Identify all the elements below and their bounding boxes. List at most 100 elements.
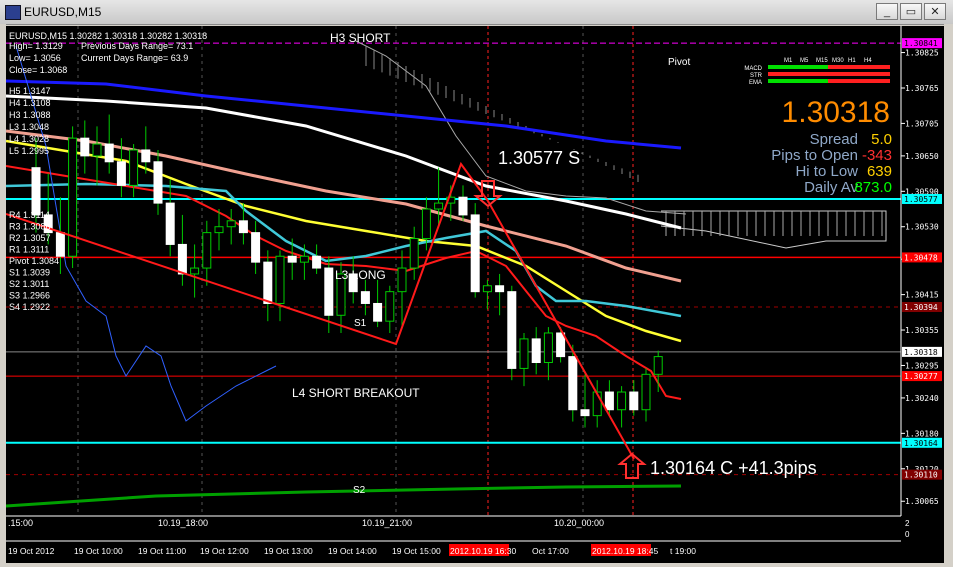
window-border-right (944, 24, 953, 567)
restore-button[interactable]: ▭ (900, 3, 922, 20)
time-axis-label: 19 Oct 12:00 (200, 546, 249, 556)
pivot-level: R2 1.3057 (9, 233, 51, 243)
window-titlebar[interactable]: EURUSD,M15 _ ▭ ✕ (0, 0, 953, 25)
candle-body (263, 261, 273, 304)
time-axis-label: t 19:00 (670, 546, 696, 556)
chart-area[interactable]: EURUSD,M15 1.30282 1.30318 1.30282 1.303… (6, 26, 944, 563)
mtf-bar-green (768, 72, 828, 76)
price-tick-label: 1.30530 (905, 223, 939, 232)
mtf-column-header: M1 (784, 58, 793, 64)
close-note: 1.30164 C +41.3pips (650, 458, 817, 478)
candle-body (604, 391, 614, 411)
candle-body (287, 255, 297, 263)
ma-green-s2 (6, 484, 682, 508)
candle-body (470, 214, 480, 293)
camarilla-level: H3 1.3088 (9, 110, 51, 120)
pips-open-label: Pips to Open (771, 147, 858, 164)
price-tag-label: 1.30577 (904, 195, 938, 204)
inner-time-label: 10.19_21:00 (362, 518, 412, 528)
candle-body (421, 208, 431, 240)
candle-body (580, 409, 590, 417)
daily-avg-label: Daily Av (804, 179, 858, 196)
candle-body (641, 373, 651, 411)
mtf-column-header: H4 (864, 58, 872, 64)
candle-body (104, 143, 114, 163)
candle-body (495, 285, 505, 293)
pivot-level: Pivot 1.3084 (9, 256, 59, 266)
time-axis-label: 19 Oct 13:00 (264, 546, 313, 556)
price-tick-label: 1.30415 (905, 291, 939, 300)
price-tag-label: 1.30841 (904, 39, 938, 48)
camarilla-level: L3 1.3048 (9, 122, 49, 132)
hilo-value: 639 (867, 163, 892, 180)
candle-body (275, 255, 285, 304)
mtf-column-header: M15 (816, 58, 828, 64)
candle-body (482, 285, 492, 293)
candle-body (177, 243, 187, 275)
price-tick-label: 1.30355 (905, 326, 939, 335)
label-pivot: Pivot (668, 57, 690, 68)
pips-open-value: -343 (862, 147, 892, 164)
mtf-bar-red (828, 79, 890, 83)
candle-body (80, 137, 90, 157)
candle-body (385, 291, 395, 322)
spread-value: 5.0 (871, 131, 892, 148)
price-tick-label: 1.30240 (905, 394, 939, 403)
price-tick-label: 1.30765 (905, 84, 939, 93)
candle-body (251, 232, 261, 263)
info-low: Low= 1.3056 (9, 53, 61, 63)
mtf-row-label: EMA (749, 80, 762, 86)
candle-body (507, 291, 517, 369)
label-l4-short-breakout: L4 SHORT BREAKOUT (292, 386, 420, 400)
mtf-bar-red (828, 72, 890, 76)
info-high: High= 1.3129 (9, 41, 63, 51)
label-h3-short: H3 SHORT (330, 31, 391, 45)
label-l3-long: L3 LONG (335, 268, 386, 282)
time-axis-label: 2012.10.19 16:30 (450, 546, 516, 556)
pivot-level: S2 1.3011 (9, 279, 49, 289)
camarilla-level: L4 1.3028 (9, 134, 49, 144)
candle-body (190, 267, 200, 275)
price-tick-label: 1.30650 (905, 152, 939, 161)
minimize-button[interactable]: _ (876, 3, 898, 20)
info-close: Close= 1.3068 (9, 65, 67, 75)
candle-body (299, 255, 309, 263)
candle-body (617, 391, 627, 411)
mtf-column-header: M30 (832, 58, 844, 64)
pivot-level: S3 1.2966 (9, 291, 50, 301)
candle-body (629, 391, 639, 411)
camarilla-level: H5 1.3147 (9, 86, 51, 96)
mt4-chart-window: EURUSD,M15 _ ▭ ✕ EURUSD,M15 1.30282 1.30… (0, 0, 953, 567)
time-axis-label: Oct 17:00 (532, 546, 569, 556)
close-button[interactable]: ✕ (924, 3, 946, 20)
candle-body (55, 232, 65, 257)
current-price: 1.30318 (782, 96, 890, 129)
candle-body (202, 232, 212, 269)
camarilla-level: H4 1.3108 (9, 98, 51, 108)
info-prev-range: Previous Days Range= 73.1 (81, 41, 193, 51)
candle-body (373, 302, 383, 322)
candle-body (653, 356, 663, 375)
price-tag-label: 1.30318 (904, 348, 938, 357)
pivot-level: R3 1.3086 (9, 222, 51, 232)
info-curr-range: Current Days Range= 63.9 (81, 53, 188, 63)
price-tag-label: 1.30478 (904, 253, 938, 262)
candle-body (434, 202, 444, 210)
price-tick-label: 1.30065 (905, 497, 939, 506)
price-chart[interactable]: EURUSD,M15 1.30282 1.30318 1.30282 1.303… (6, 26, 944, 563)
subwindow-scale-max: 2 (905, 519, 910, 528)
price-tag-label: 1.30277 (904, 372, 938, 381)
pivot-level: S1 1.3039 (9, 268, 50, 278)
candle-body (312, 255, 322, 269)
label-s1: S1 (354, 318, 367, 329)
candle-body (31, 167, 41, 216)
inner-time-label: 10.19_18:00 (158, 518, 208, 528)
candle-body (568, 356, 578, 411)
candle-body (238, 220, 248, 234)
mtf-bar-green (768, 65, 828, 69)
candle-body (409, 238, 419, 269)
window-title: EURUSD,M15 (24, 5, 102, 19)
pivot-level: R4 1.3114 (9, 210, 50, 220)
mtf-row-label: STR (750, 73, 763, 79)
candle-body (360, 291, 370, 304)
